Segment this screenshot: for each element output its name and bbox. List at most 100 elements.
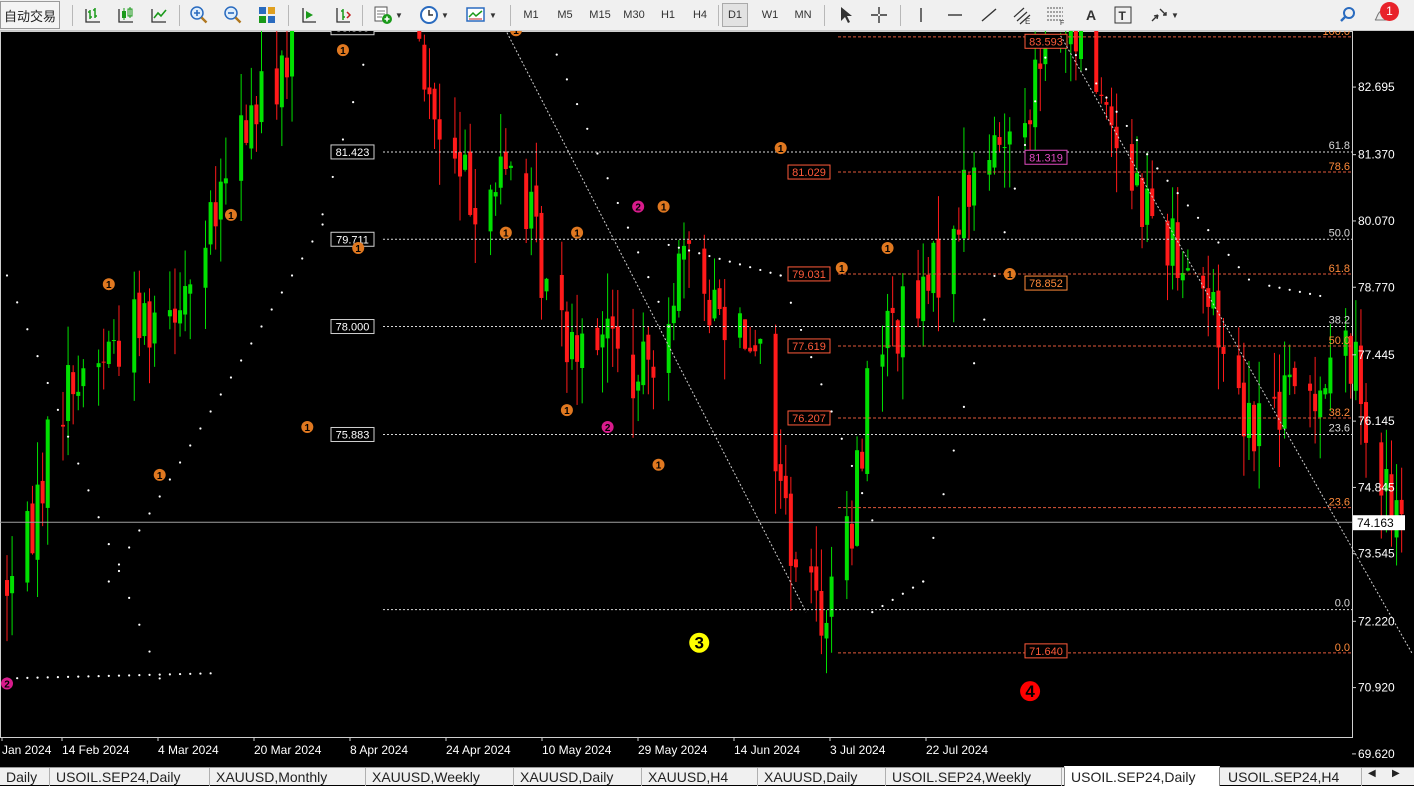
timeframe-h1-button[interactable]: H1 xyxy=(656,3,680,27)
minor-wave-label: 1 xyxy=(106,280,112,291)
periods-button[interactable]: ▼ xyxy=(414,3,454,27)
sar-dot xyxy=(871,611,873,613)
candle-body xyxy=(601,334,605,347)
candle-body xyxy=(891,308,895,313)
chart-tab[interactable]: USOIL.SEP24,Weekly xyxy=(886,768,1062,786)
crosshair-icon[interactable] xyxy=(866,3,892,27)
candle-body xyxy=(107,342,111,364)
sar-dot xyxy=(159,495,161,497)
fib2-level-pct: 0.0 xyxy=(1335,642,1350,654)
sar-dot xyxy=(179,461,181,463)
sar-dot xyxy=(342,138,344,140)
template-icon xyxy=(465,5,487,25)
autoscroll-icon[interactable] xyxy=(296,3,322,27)
cursor-icon[interactable] xyxy=(832,3,858,27)
new-indicator-button[interactable]: ▼ xyxy=(370,3,406,27)
candle-body xyxy=(183,286,187,314)
minor-wave-label: 2 xyxy=(605,423,611,434)
candle-body xyxy=(723,307,727,340)
chart-tabs-bar: Daily USOIL.SEP24,Daily XAUUSD,Monthly X… xyxy=(0,767,1414,785)
chart-shift-icon[interactable] xyxy=(330,3,356,27)
timeframe-d1-button[interactable]: D1 xyxy=(722,3,748,27)
candle-body xyxy=(1008,131,1012,144)
timeframe-h4-button[interactable]: H4 xyxy=(688,3,712,27)
autotrade-button[interactable]: 自动交易 xyxy=(0,1,60,29)
candle-body xyxy=(30,503,34,553)
fib-level-pct: 0.0 xyxy=(1335,598,1350,610)
timeframe-m30-button[interactable]: M30 xyxy=(618,3,650,27)
chart-tab[interactable]: XAUUSD,Weekly xyxy=(366,768,514,786)
candle-body xyxy=(896,320,900,353)
fib2-price-label: 77.619 xyxy=(792,341,826,353)
candle-body xyxy=(112,340,116,341)
price-chart[interactable]: 100.078.661.850.038.223.60.083.85981.423… xyxy=(0,31,1414,767)
sar-dot xyxy=(708,255,710,257)
sar-dot xyxy=(1177,192,1179,194)
timeframe-w1-button[interactable]: W1 xyxy=(756,3,784,27)
candle-body xyxy=(1216,291,1220,348)
search-icon[interactable] xyxy=(1336,3,1360,27)
tab-scroll-left-icon[interactable]: ◀ xyxy=(1368,768,1376,779)
text-tool-icon[interactable]: A xyxy=(1078,3,1104,27)
date-axis-label: 10 May 2024 xyxy=(542,743,612,757)
trendline-icon[interactable] xyxy=(976,3,1002,27)
sar-dot xyxy=(77,676,79,678)
candlestick-chart-svg[interactable]: 100.078.661.850.038.223.60.083.85981.423… xyxy=(0,31,1414,767)
chart-tab[interactable]: USOIL.SEP24,H4 xyxy=(1222,768,1362,786)
sar-dot xyxy=(87,675,89,677)
timeframe-m5-button[interactable]: M5 xyxy=(552,3,578,27)
tab-scroll-right-icon[interactable]: ▶ xyxy=(1392,768,1400,779)
chart-tab[interactable]: XAUUSD,Monthly xyxy=(210,768,366,786)
equidistant-channel-icon[interactable]: E xyxy=(1008,3,1036,27)
candle-body xyxy=(132,299,136,372)
fib2-level-pct: 38.2 xyxy=(1329,407,1350,419)
sar-dot xyxy=(942,493,944,495)
line-chart-icon[interactable] xyxy=(146,3,172,27)
chart-tab[interactable]: XAUUSD,H4 xyxy=(642,768,758,786)
price-axis-label: 69.620 xyxy=(1358,747,1395,761)
sar-dot xyxy=(1248,278,1250,280)
vertical-line-icon[interactable] xyxy=(908,3,934,27)
candle-body xyxy=(219,182,223,220)
candle-body xyxy=(1288,375,1292,378)
minor-wave-label: 1 xyxy=(885,244,891,255)
zoom-in-icon[interactable] xyxy=(186,3,212,27)
sar-dot xyxy=(749,266,751,268)
candle-body xyxy=(565,312,569,363)
candlestick-icon[interactable] xyxy=(113,3,139,27)
date-axis-label: 3 Jul 2024 xyxy=(830,743,886,757)
chart-tab-active[interactable]: USOIL.SEP24,Daily xyxy=(1064,766,1220,786)
sar-dot xyxy=(148,650,150,652)
candle-body xyxy=(560,275,564,310)
text-label-icon[interactable]: T xyxy=(1110,3,1136,27)
toolbar-separator xyxy=(718,5,719,26)
timeframe-m15-button[interactable]: M15 xyxy=(584,3,616,27)
candle-body xyxy=(570,332,574,359)
chart-tab[interactable]: Daily xyxy=(0,768,50,786)
zoom-out-icon[interactable] xyxy=(220,3,246,27)
sar-dot xyxy=(148,512,150,514)
sar-dot xyxy=(1105,96,1107,98)
chart-tab[interactable]: XAUUSD,Daily xyxy=(758,768,886,786)
sar-dot xyxy=(1126,125,1128,127)
toolbar-separator xyxy=(824,5,825,26)
chart-tab[interactable]: XAUUSD,Daily xyxy=(514,768,642,786)
current-price-value: 74.163 xyxy=(1357,516,1394,530)
chart-tab[interactable]: USOIL.SEP24,Daily xyxy=(50,768,210,786)
bar-chart-icon[interactable] xyxy=(80,3,106,27)
fib2-level-pct: 23.6 xyxy=(1329,497,1350,509)
horizontal-line-icon[interactable] xyxy=(942,3,968,27)
sar-dot xyxy=(108,580,110,582)
minor-wave-label: 1 xyxy=(574,229,580,240)
fibonacci-icon[interactable]: F xyxy=(1042,3,1070,27)
shapes-button[interactable]: ▼ xyxy=(1144,3,1184,27)
sar-dot xyxy=(260,325,262,327)
candle-body xyxy=(1038,64,1042,69)
sar-dot xyxy=(963,406,965,408)
templates-button[interactable]: ▼ xyxy=(460,3,502,27)
timeframe-m1-button[interactable]: M1 xyxy=(518,3,544,27)
tile-windows-icon[interactable] xyxy=(254,3,280,27)
timeframe-mn-button[interactable]: MN xyxy=(788,3,818,27)
candle-body xyxy=(102,362,106,363)
sar-dot xyxy=(1024,144,1026,146)
